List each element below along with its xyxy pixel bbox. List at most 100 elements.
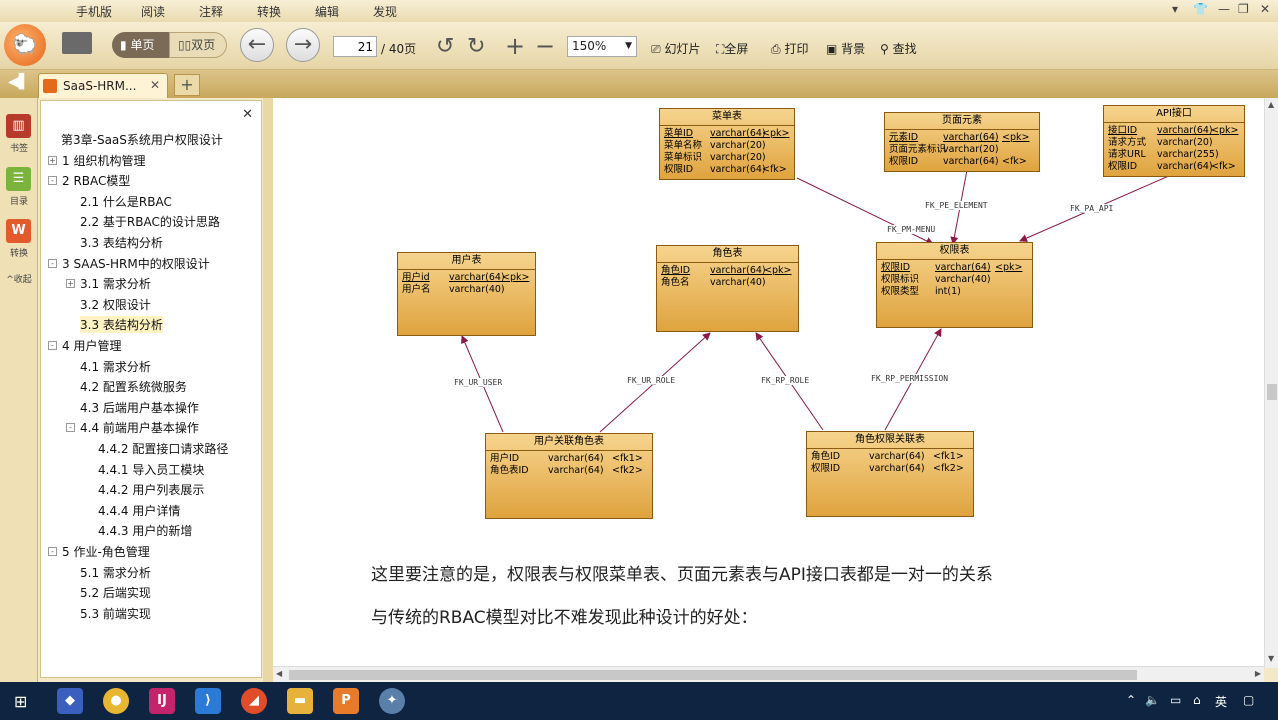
fullscreen-button[interactable]: ⛶全屏 (716, 40, 748, 57)
toggle-sidebar-icon[interactable]: ◀▌ (8, 74, 30, 90)
menu-edit[interactable]: 编辑 (315, 3, 339, 20)
toc-item[interactable]: 4.3 后端用户基本操作 (80, 399, 199, 416)
menu-read[interactable]: 阅读 (141, 3, 165, 20)
collapse-icon[interactable]: - (48, 547, 57, 556)
close-window-icon[interactable]: ✕ (1260, 2, 1270, 16)
media-player-icon[interactable]: ◢ (241, 688, 267, 714)
open-folder-icon[interactable] (62, 32, 92, 54)
toc-item[interactable]: 4.2 配置系统微服务 (80, 378, 187, 395)
notification-icon[interactable]: ▢ (1243, 693, 1254, 707)
toc-item[interactable]: 1 组织机构管理 (62, 152, 145, 169)
network-icon[interactable]: ⌂ (1193, 693, 1201, 707)
toolbar: 🐑 ▮ 单页 ▯▯双页 ← → / 40页 ↺ ↻ + − 150% ▼ ⎚ 幻… (0, 22, 1278, 70)
scroll-right-icon[interactable]: ▶ (1255, 669, 1261, 678)
field-key: <pk> (1002, 132, 1030, 143)
toc-item[interactable]: 4.4.2 配置接口请求路径 (98, 440, 228, 457)
toc-item[interactable]: 2.1 什么是RBAC (80, 193, 172, 210)
expand-icon[interactable]: + (66, 279, 75, 289)
collapse-icon[interactable]: - (48, 176, 57, 186)
collapse-icon[interactable]: - (48, 258, 57, 268)
search-button[interactable]: ⚲ 查找 (880, 40, 917, 57)
vertical-scroll-thumb[interactable] (1267, 384, 1277, 400)
panel-splitter[interactable] (263, 98, 273, 682)
toc-item[interactable]: 4.4 前端用户基本操作 (80, 419, 199, 436)
toc-item[interactable]: 4.4.1 导入员工模块 (98, 461, 204, 478)
pdf-reader-icon[interactable]: P (333, 688, 359, 714)
vscode-icon[interactable]: ⟩ (195, 688, 221, 714)
zoom-in-icon[interactable]: + (505, 32, 525, 60)
double-page-label: 双页 (191, 38, 216, 52)
menu-annotate[interactable]: 注释 (199, 3, 223, 20)
zoom-select[interactable]: 150% ▼ (567, 36, 637, 57)
minimize-icon[interactable]: — (1218, 2, 1230, 16)
toc-item[interactable]: 5.1 需求分析 (80, 564, 151, 581)
skin-icon[interactable]: 👕 (1193, 2, 1208, 16)
page-number-input[interactable] (333, 36, 377, 57)
toc-item[interactable]: 第3章-SaaS系统用户权限设计 (61, 131, 223, 148)
windows-start-icon[interactable]: ⊞ (14, 692, 27, 711)
next-page-button[interactable]: → (286, 28, 320, 62)
battery-icon[interactable]: ▭ (1170, 693, 1181, 707)
bookmark-icon[interactable]: ▥ (6, 114, 31, 138)
single-page-button[interactable]: ▮ 单页 (112, 32, 169, 58)
intellij-icon[interactable]: IJ (149, 688, 175, 714)
volume-icon[interactable]: 🔈 (1145, 693, 1160, 707)
collapse-rail-button[interactable]: ^收起 (0, 272, 38, 285)
toc-item[interactable]: 2.2 基于RBAC的设计思路 (80, 213, 220, 230)
new-tab-button[interactable]: + (174, 74, 200, 96)
double-page-button[interactable]: ▯▯双页 (169, 32, 227, 58)
toc-item[interactable]: 4.4.4 用户详情 (98, 502, 180, 519)
document-tab[interactable]: SaaS-HRM... ✕ (38, 73, 168, 98)
toc-item[interactable]: 4 用户管理 (62, 337, 121, 354)
scroll-down-icon[interactable]: ▼ (1268, 654, 1274, 663)
tray-expand-icon[interactable]: ⌃ (1126, 693, 1136, 707)
toc-item[interactable]: 3.3 表结构分析 (80, 316, 163, 334)
dolphin-app-icon[interactable]: ◆ (57, 688, 83, 714)
menu-mobile[interactable]: 手机版 (76, 3, 112, 20)
restore-icon[interactable]: ❐ (1238, 2, 1249, 16)
close-toc-icon[interactable]: ✕ (242, 107, 253, 122)
menu-discover[interactable]: 发现 (373, 3, 397, 20)
search-icon: ⚲ (880, 42, 889, 56)
chrome-icon[interactable]: ● (103, 688, 129, 714)
dropdown-icon[interactable]: ▾ (1172, 2, 1178, 16)
collapse-icon[interactable]: - (48, 341, 57, 350)
close-tab-icon[interactable]: ✕ (150, 78, 160, 92)
expand-icon[interactable]: + (48, 155, 57, 165)
prev-page-button[interactable]: ← (240, 28, 274, 62)
background-button[interactable]: ▣ 背景 (826, 40, 865, 57)
tool-app-icon[interactable]: ✦ (379, 688, 405, 714)
zoom-out-icon[interactable]: − (535, 32, 555, 60)
convert-icon[interactable]: W (6, 219, 31, 243)
scroll-left-icon[interactable]: ◀ (276, 669, 282, 678)
toc-item[interactable]: 5 作业-角色管理 (62, 543, 150, 560)
relation-label-pa: FK_PA_API (1070, 204, 1114, 213)
toc-icon[interactable]: ☰ (6, 167, 31, 191)
toc-item[interactable]: 4.4.2 用户列表展示 (98, 481, 204, 498)
slideshow-button[interactable]: ⎚ 幻灯片 (651, 40, 700, 57)
file-explorer-icon[interactable]: ▬ (287, 688, 313, 714)
toc-item[interactable]: 3.2 权限设计 (80, 296, 151, 313)
toc-item[interactable]: 2 RBAC模型 (62, 172, 130, 189)
vertical-scrollbar[interactable]: ▲ ▼ (1264, 98, 1278, 668)
table-field-row: 用户id varchar(64) <pk> (398, 272, 535, 284)
toc-item[interactable]: 5.2 后端实现 (80, 584, 151, 601)
toc-item[interactable]: 3 SAAS-HRM中的权限设计 (62, 255, 210, 272)
toc-item[interactable]: 3.3 表结构分析 (80, 234, 163, 251)
toc-item[interactable]: 5.3 前端实现 (80, 605, 151, 622)
scroll-up-icon[interactable]: ▲ (1268, 100, 1274, 109)
ime-indicator[interactable]: 英 (1215, 693, 1227, 710)
collapse-icon[interactable]: - (66, 423, 75, 433)
rotate-left-icon[interactable]: ↺ (436, 34, 454, 59)
app-logo-icon[interactable]: 🐑 (4, 24, 46, 66)
toc-item[interactable]: 4.1 需求分析 (80, 358, 151, 375)
print-button[interactable]: ⎙ 打印 (771, 40, 808, 57)
field-type: varchar(20) (710, 140, 766, 151)
toc-item[interactable]: 3.1 需求分析 (80, 275, 151, 292)
table-role-permission: 角色权限关联表 角色ID varchar(64) <fk1> 权限ID varchar(6… (806, 431, 974, 517)
horizontal-scrollbar[interactable]: ◀ ▶ (273, 666, 1264, 682)
menu-convert[interactable]: 转换 (257, 3, 281, 20)
horizontal-scroll-thumb[interactable] (289, 670, 1137, 680)
toc-item[interactable]: 4.4.3 用户的新增 (98, 522, 192, 539)
rotate-right-icon[interactable]: ↻ (467, 34, 485, 59)
